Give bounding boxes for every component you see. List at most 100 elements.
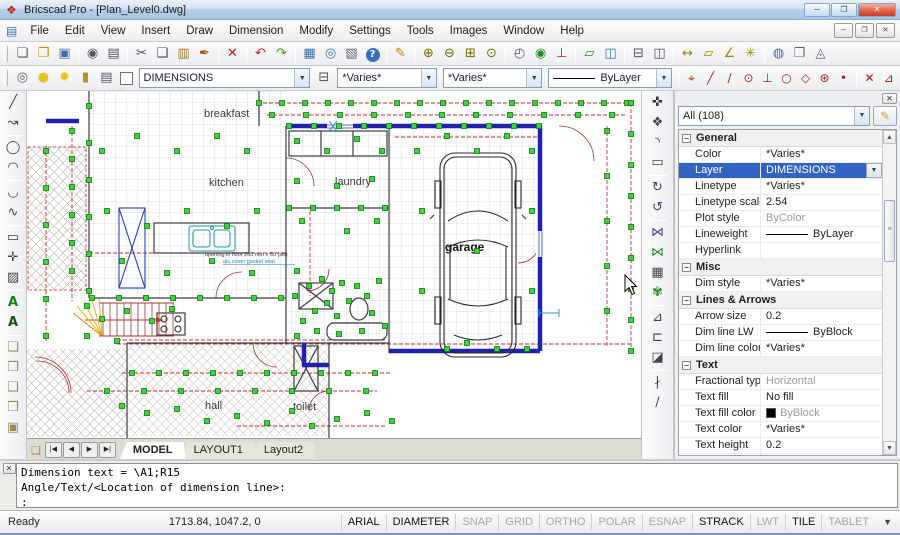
layer-states-icon[interactable]: ⊟ — [313, 68, 334, 88]
prop-value-text-fill[interactable]: No fill — [761, 390, 882, 405]
measure-distance-icon[interactable]: ↔ — [677, 44, 698, 64]
chevron-down-icon[interactable]: ▼ — [421, 69, 436, 87]
prop-value-linetype[interactable]: *Varies* — [761, 179, 882, 194]
prop-value-arrow-size[interactable]: 0.2 — [761, 309, 882, 324]
layer-dropdown-icon[interactable]: ▼ — [866, 163, 882, 178]
zoom-previous-icon[interactable]: ⊙ — [481, 44, 502, 64]
offset-tool-icon[interactable]: ◪ — [647, 348, 668, 368]
new-file-icon[interactable]: ❏ — [12, 44, 33, 64]
layer-freeze-icon[interactable]: ✹ — [54, 68, 75, 88]
text-tool-icon[interactable]: A — [3, 293, 24, 313]
scroll-up-icon[interactable]: ▲ — [883, 130, 896, 144]
snap-insertion-icon[interactable]: ⊛ — [815, 68, 834, 88]
group-icon[interactable]: ▣ — [3, 418, 24, 438]
chevron-down-icon[interactable]: ▼ — [656, 69, 671, 87]
view-eye-icon[interactable]: ◉ — [530, 44, 551, 64]
menu-item-help[interactable]: Help — [552, 22, 592, 40]
arc-tool-icon[interactable]: ◠ — [3, 158, 24, 178]
chevron-down-icon[interactable]: ▼ — [854, 107, 869, 125]
toggle-lwt[interactable]: LWT — [750, 514, 785, 530]
paste-icon[interactable]: ▥ — [173, 44, 194, 64]
snap-midpoint-icon[interactable]: ∕ — [720, 68, 739, 88]
layer-color-swatch[interactable] — [120, 72, 133, 85]
properties-scrollbar[interactable]: ▲ ≡ ▼ — [882, 130, 896, 455]
undo-icon[interactable]: ↶ — [250, 44, 271, 64]
prop-value-hyperlink[interactable] — [761, 243, 882, 258]
collapse-icon[interactable]: − — [682, 361, 691, 370]
redo-icon[interactable]: ↷ — [271, 44, 292, 64]
prop-value-fractional-type[interactable]: Horizontal — [761, 374, 882, 389]
rotate-tool-icon[interactable]: ↻ — [647, 178, 668, 198]
prop-value-text-color[interactable]: *Varies* — [761, 422, 882, 437]
block-attributes-icon[interactable]: ❑ — [3, 378, 24, 398]
tile-vertical-icon[interactable]: ◫ — [649, 44, 670, 64]
render-icon[interactable]: ◍ — [768, 44, 789, 64]
explode-tool-icon[interactable]: ✾ — [647, 283, 668, 303]
minimize-button[interactable]: ─ — [804, 3, 830, 17]
rotate-3d-tool-icon[interactable]: ↺ — [647, 198, 668, 218]
mirror-tool-icon[interactable]: ⋈ — [647, 223, 668, 243]
copy-icon[interactable]: ❑ — [152, 44, 173, 64]
extend-tool-icon[interactable]: ∕ — [647, 393, 668, 413]
prop-value-dim-line-color[interactable]: *Varies* — [761, 341, 882, 356]
prop-value-text-offset[interactable]: *Varies* — [761, 454, 882, 455]
prop-section-general[interactable]: −General — [679, 130, 882, 147]
toggle-snap[interactable]: SNAP — [455, 514, 498, 530]
menu-item-insert[interactable]: Insert — [133, 22, 178, 40]
menu-item-window[interactable]: Window — [495, 22, 552, 40]
erase-icon[interactable]: ✕ — [222, 44, 243, 64]
collapse-icon[interactable]: − — [682, 296, 691, 305]
layer-explorer-icon[interactable]: ◎ — [12, 68, 33, 88]
toolbar-grip[interactable] — [4, 46, 8, 62]
view-3d-icon[interactable]: ▱ — [579, 44, 600, 64]
scale-tool-icon[interactable]: ▭ — [647, 153, 668, 173]
point-tool-icon[interactable]: ✛ — [3, 248, 24, 268]
maximize-button[interactable]: ❐ — [831, 3, 857, 17]
toggle-grid[interactable]: GRID — [498, 514, 539, 530]
match-properties-icon[interactable]: ✒ — [194, 44, 215, 64]
first-tab-button[interactable]: |◀ — [45, 442, 62, 458]
trim-tool-icon[interactable]: ∤ — [647, 373, 668, 393]
snap-quadrant-icon[interactable]: ◇ — [796, 68, 815, 88]
menu-item-view[interactable]: View — [93, 22, 134, 40]
stretch-tool-icon[interactable]: ⊏ — [647, 328, 668, 348]
zoom-in-icon[interactable]: ⊕ — [418, 44, 439, 64]
print-preview-icon[interactable]: ◉ — [82, 44, 103, 64]
menu-item-settings[interactable]: Settings — [341, 22, 399, 40]
command-close-icon[interactable]: ✕ — [3, 463, 16, 474]
mdi-restore-button[interactable]: ❐ — [855, 23, 874, 38]
rectangle-tool-icon[interactable]: ▭ — [3, 228, 24, 248]
sheet-tab-layout1[interactable]: LAYOUT1 — [181, 442, 256, 459]
circle-tool-icon[interactable]: ◯ — [3, 138, 24, 158]
zoom-window-icon[interactable]: ⊞ — [460, 44, 481, 64]
pan-realtime-icon[interactable]: ◴ — [509, 44, 530, 64]
linetype-select[interactable]: *Varies* ▼ — [443, 68, 543, 88]
prop-value-color[interactable]: *Varies* — [761, 147, 882, 162]
array-tool-icon[interactable]: ▦ — [647, 263, 668, 283]
menu-item-file[interactable]: File — [22, 22, 57, 40]
prop-value-plot-style[interactable]: ByColor — [761, 211, 882, 226]
tile-horizontal-icon[interactable]: ⊟ — [628, 44, 649, 64]
explode-block-icon[interactable]: ❒ — [3, 398, 24, 418]
prop-value-dim-style[interactable]: *Varies* — [761, 276, 882, 291]
next-tab-button[interactable]: ▶ — [81, 442, 98, 458]
snap-track-icon[interactable]: ⌖ — [682, 68, 701, 88]
id-point-icon[interactable]: ✳ — [740, 44, 761, 64]
mtext-tool-icon[interactable]: A — [3, 313, 24, 333]
layer-select[interactable]: DIMENSIONS ▼ — [139, 68, 311, 88]
command-input[interactable]: Dimension text = \A1;R15 Angle/Text/<Loc… — [16, 463, 898, 508]
prop-value-lineweight[interactable]: ByLayer — [761, 227, 882, 242]
mirror-3d-tool-icon[interactable]: ⋈ — [647, 243, 668, 263]
chevron-down-icon[interactable]: ▼ — [526, 69, 541, 87]
menu-item-edit[interactable]: Edit — [57, 22, 93, 40]
sketch-icon[interactable]: ✎ — [390, 44, 411, 64]
toggle-arial[interactable]: ARIAL — [341, 514, 386, 530]
save-icon[interactable]: ▣ — [54, 44, 75, 64]
prop-value-dim-line-lw[interactable]: ByBlock — [761, 325, 882, 340]
line-tool-icon[interactable]: ╱ — [3, 93, 24, 113]
layer-plot-icon[interactable]: ▤ — [96, 68, 117, 88]
prop-value-layer[interactable]: DIMENSIONS▼ — [761, 163, 882, 178]
quick-select-icon[interactable]: ✎ — [873, 106, 897, 126]
status-menu-chevron-icon[interactable]: ▼ — [875, 517, 900, 527]
color-select[interactable]: *Varies* ▼ — [337, 68, 437, 88]
